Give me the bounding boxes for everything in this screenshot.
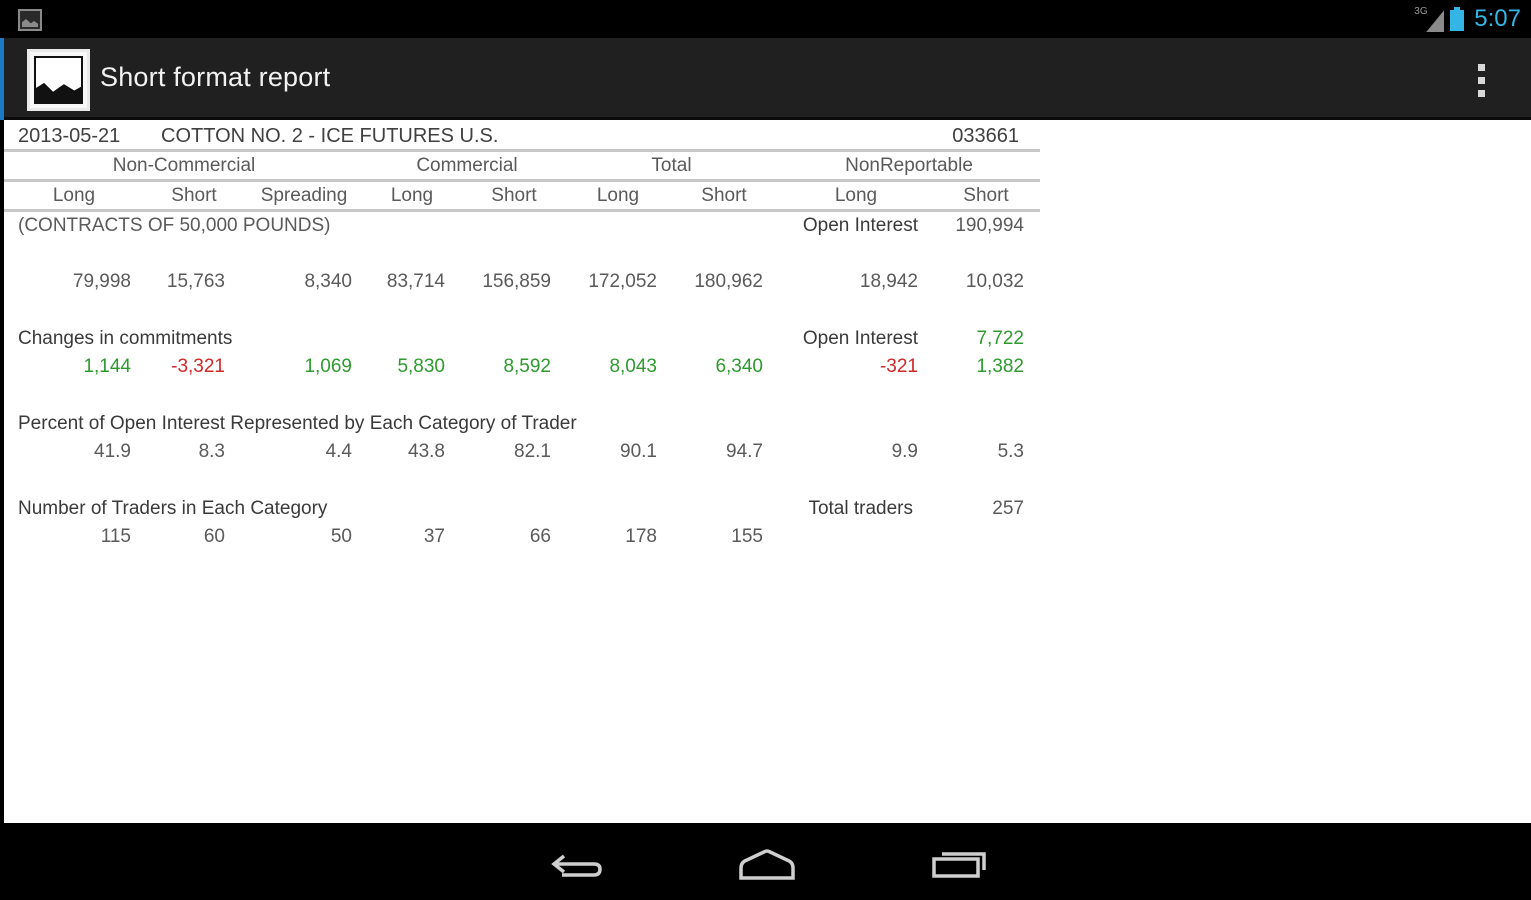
open-interest-value: 190,994 [955,215,1024,236]
column-header: Long [596,185,640,206]
traders-title: Number of Traders in Each Category [18,498,328,519]
percent-value: 82.1 [514,441,551,462]
percent-value: 9.9 [891,441,918,462]
position-value: 156,859 [482,271,551,292]
change-value: 1,144 [83,356,131,377]
divider [4,179,1040,182]
navigation-bar [0,823,1531,900]
position-value: 8,340 [304,271,352,292]
change-value: -3,321 [171,356,225,377]
position-value: 10,032 [965,271,1024,292]
back-icon[interactable] [522,833,632,889]
divider [4,149,1040,152]
percent-value: 90.1 [620,441,657,462]
report-content: 2013-05-21 COTTON NO. 2 - ICE FUTURES U.… [4,120,1531,823]
change-value: 8,043 [609,356,657,377]
market-code: 033661 [952,125,1019,147]
change-value: 8,592 [503,356,551,377]
column-header: Short [963,185,1009,206]
traders-value: 178 [625,526,657,547]
total-traders-value: 257 [992,498,1024,519]
column-header: Long [390,185,434,206]
image-notification-icon [18,9,42,31]
group-header-commercial: Commercial [416,155,518,176]
percent-value: 8.3 [198,441,225,462]
status-clock: 5:07 [1474,5,1521,32]
app-image-icon[interactable] [27,49,90,111]
change-value: 1,382 [976,356,1024,377]
report-date: 2013-05-21 [18,125,121,147]
network-type-label: 3G [1414,6,1428,17]
traders-value: 50 [330,526,352,547]
recent-apps-icon[interactable] [904,833,1014,889]
signal-icon: 3G [1414,6,1445,32]
action-bar-accent [0,38,4,120]
traders-value: 37 [423,526,445,547]
open-interest-label: Open Interest [802,215,918,236]
column-header: Short [701,185,747,206]
position-value: 83,714 [386,271,445,292]
change-value: -321 [879,356,918,377]
group-header-total: Total [651,155,692,176]
percent-value: 43.8 [408,441,445,462]
column-header: Long [52,185,96,206]
traders-value: 66 [529,526,551,547]
change-value: 6,340 [715,356,763,377]
market-name: COTTON NO. 2 - ICE FUTURES U.S. [161,125,499,147]
column-header: Long [834,185,878,206]
battery-icon [1450,7,1465,31]
percent-value: 41.9 [94,441,131,462]
changes-open-interest-value: 7,722 [976,328,1024,349]
total-traders-label: Total traders [808,498,913,519]
position-value: 172,052 [588,271,657,292]
status-indicators: 3G 5:07 [1414,4,1521,34]
column-header: Short [491,185,537,206]
position-value: 180,962 [694,271,763,292]
overflow-menu-icon[interactable] [1470,58,1494,102]
traders-value: 60 [203,526,225,547]
position-value: 15,763 [166,271,225,292]
position-value: 79,998 [72,271,131,292]
units-label: (CONTRACTS OF 50,000 POUNDS) [18,215,331,236]
position-value: 18,942 [859,271,918,292]
percent-value: 4.4 [325,441,352,462]
divider [4,209,1040,212]
page-title: Short format report [100,62,331,92]
changes-title: Changes in commitments [18,328,233,349]
traders-value: 155 [731,526,763,547]
percent-title: Percent of Open Interest Represented by … [18,413,577,434]
column-header: Short [171,185,217,206]
traders-value: 115 [100,526,131,547]
percent-value: 5.3 [997,441,1024,462]
status-bar: 3G 5:07 [0,0,1531,38]
home-icon[interactable] [712,833,822,889]
column-header: Spreading [260,185,348,206]
change-value: 1,069 [304,356,352,377]
group-header-non-commercial: Non-Commercial [112,155,256,176]
change-value: 5,830 [397,356,445,377]
percent-value: 94.7 [726,441,763,462]
changes-open-interest-label: Open Interest [802,328,918,349]
group-header-nonreportable: NonReportable [845,155,973,176]
